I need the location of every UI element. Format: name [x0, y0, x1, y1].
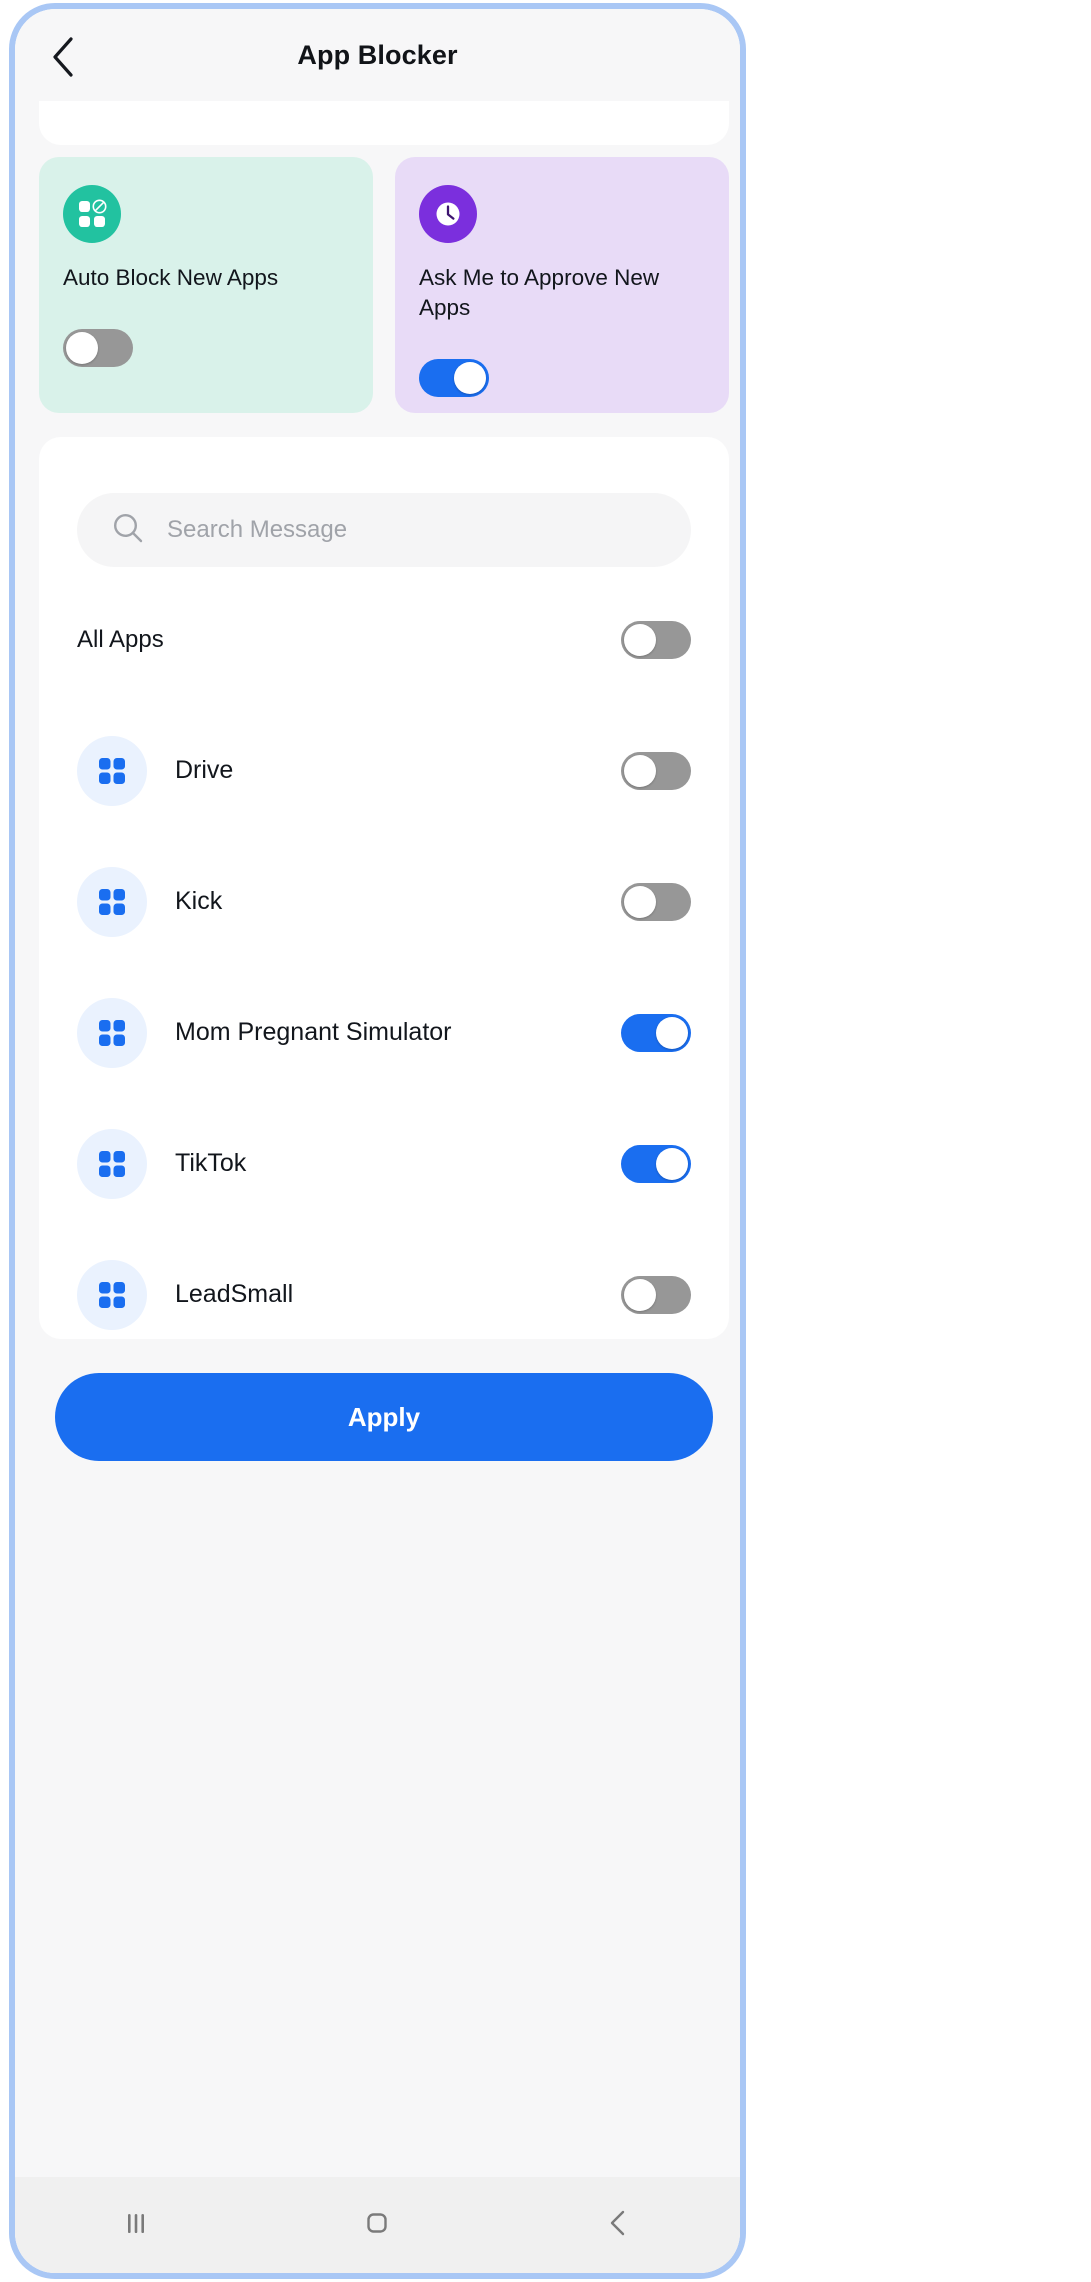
toggle-knob: [66, 332, 98, 364]
toggle-app-kick[interactable]: [621, 882, 691, 921]
home-square-icon: [360, 2206, 394, 2245]
app-screen: App Blocker Auto Block New Apps Ask Me t…: [15, 9, 740, 2273]
toggle-app-tiktok[interactable]: [621, 1144, 691, 1183]
chevron-left-icon: [50, 36, 76, 78]
toggle-knob: [624, 1278, 656, 1311]
card-label: Auto Block New Apps: [63, 265, 279, 290]
app-name: Kick: [175, 887, 223, 915]
apps-grid-block-icon: [63, 185, 121, 243]
toggle-auto-block-new-apps[interactable]: [63, 329, 133, 367]
app-name: Mom Pregnant Simulator: [175, 1018, 452, 1046]
toggle-knob: [656, 1016, 688, 1049]
nav-home-button[interactable]: [317, 2177, 437, 2273]
apps-grid-icon: [77, 1259, 147, 1330]
toggle-all-apps[interactable]: [621, 621, 691, 659]
toggle-ask-me-to-approve-new-apps[interactable]: [419, 359, 489, 397]
toggle-app-leadsmall[interactable]: [621, 1275, 691, 1314]
app-name: LeadSmall: [175, 1280, 294, 1308]
all-apps-label: All Apps: [77, 626, 164, 653]
apps-grid-icon: [77, 1128, 147, 1199]
toggle-app-mom-pregnant-simulator[interactable]: [621, 1013, 691, 1052]
nav-recents-button[interactable]: [76, 2177, 196, 2273]
app-rows: Drive Kick Mom Pregnant Simulator TikTok…: [39, 705, 729, 1339]
apps-grid-icon: [77, 997, 147, 1068]
search-icon: [111, 511, 145, 550]
app-header: App Blocker: [15, 9, 740, 101]
chevron-left-icon: [602, 2206, 636, 2245]
app-row[interactable]: LeadSmall: [39, 1229, 729, 1339]
device-screenshot: App Blocker Auto Block New Apps Ask Me t…: [0, 0, 1091, 2282]
app-name: Drive: [175, 756, 234, 784]
card-auto-block-new-apps[interactable]: Auto Block New Apps: [39, 157, 373, 413]
feature-cards: Auto Block New Apps Ask Me to Approve Ne…: [39, 157, 729, 413]
apps-grid-icon: [77, 735, 147, 806]
search-input[interactable]: [167, 516, 657, 544]
toggle-knob: [624, 624, 656, 656]
search-bar[interactable]: [77, 493, 691, 567]
toggle-knob: [624, 885, 656, 918]
app-row[interactable]: Drive: [39, 705, 729, 836]
app-name: TikTok: [175, 1149, 247, 1177]
scrolled-card-sliver: [39, 101, 729, 145]
header-back-button[interactable]: [37, 31, 89, 83]
all-apps-row[interactable]: All Apps: [77, 609, 691, 671]
apps-grid-icon: [77, 866, 147, 937]
phone-frame: App Blocker Auto Block New Apps Ask Me t…: [9, 3, 746, 2279]
apps-list-card: All Apps: [39, 437, 729, 1339]
nav-back-button[interactable]: [559, 2177, 679, 2273]
app-row[interactable]: Kick: [39, 836, 729, 967]
card-ask-me-to-approve-new-apps[interactable]: Ask Me to Approve New Apps: [395, 157, 729, 413]
toggle-app-drive[interactable]: [621, 751, 691, 790]
recents-icon: [119, 2206, 153, 2245]
app-row[interactable]: Mom Pregnant Simulator: [39, 967, 729, 1098]
app-row[interactable]: TikTok: [39, 1098, 729, 1229]
toggle-knob: [454, 362, 486, 394]
toggle-knob: [656, 1147, 688, 1180]
card-label: Ask Me to Approve New Apps: [419, 265, 660, 320]
system-navigation-bar: [15, 2177, 740, 2273]
page-title: App Blocker: [297, 39, 458, 70]
apply-button[interactable]: Apply: [55, 1373, 713, 1461]
clock-icon: [419, 185, 477, 243]
toggle-knob: [624, 754, 656, 787]
